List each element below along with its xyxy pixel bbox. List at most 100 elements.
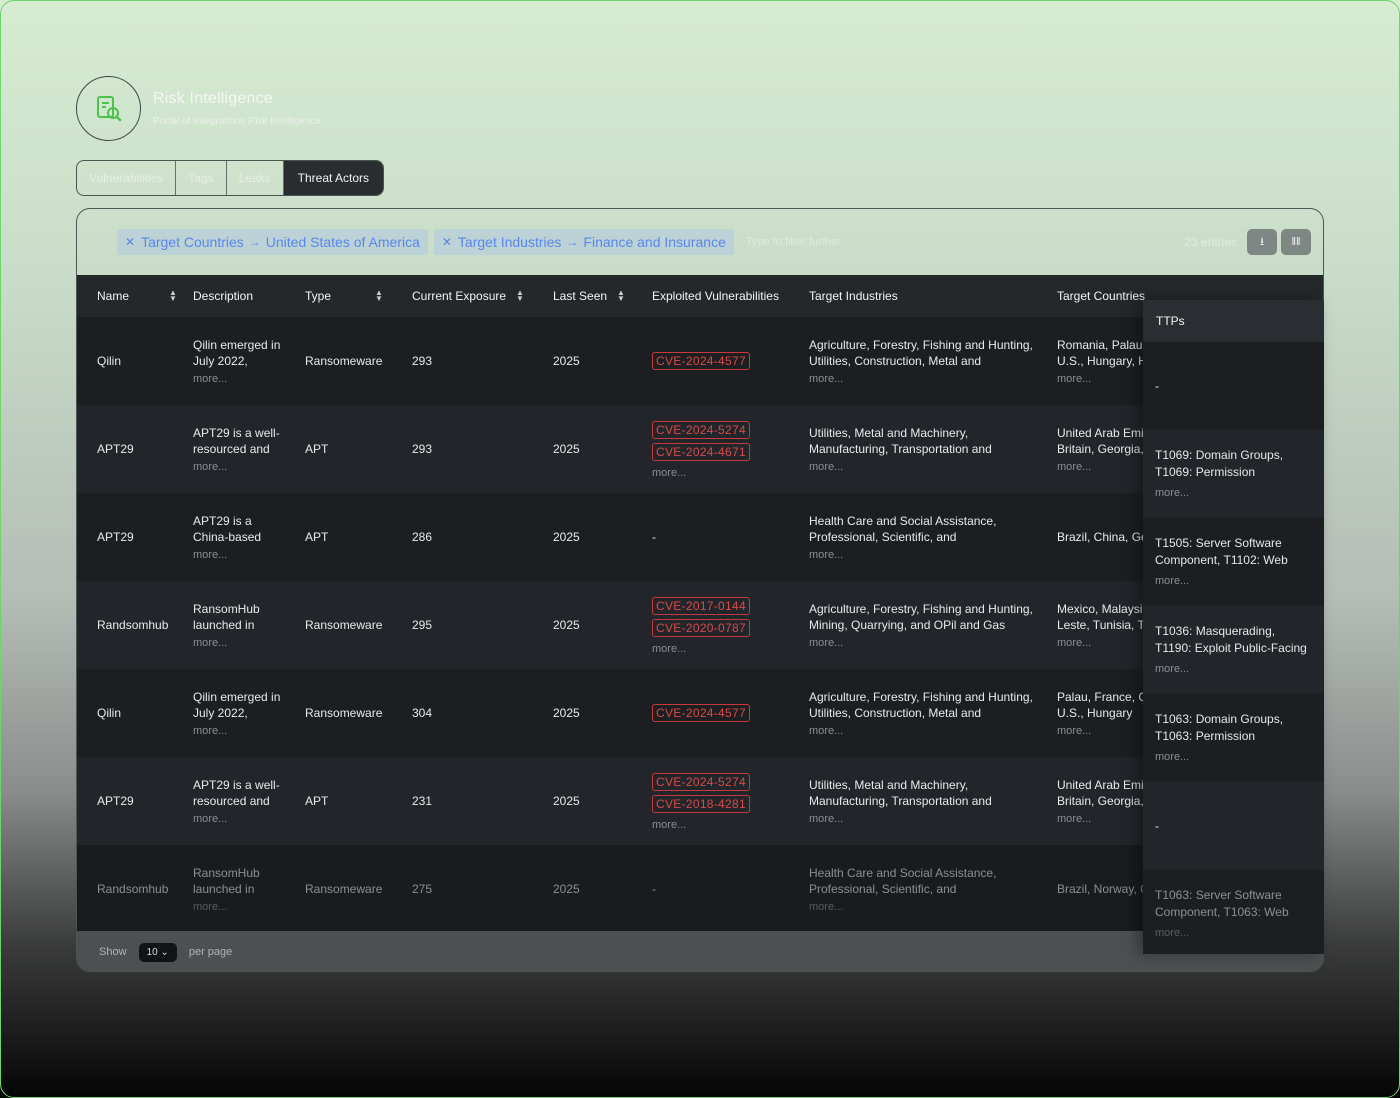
more-link[interactable]: more...: [1155, 661, 1312, 678]
current-exposure: 275: [412, 882, 433, 896]
target-countries: Palau, France, Co U.S., Hungary more...: [1057, 669, 1147, 757]
target-countries: Mexico, Malaysi Leste, Tunisia, T more...: [1057, 581, 1147, 669]
industries-line: Agriculture, Forestry, Fishing and Hunti…: [809, 338, 1033, 352]
more-link[interactable]: more...: [1057, 373, 1147, 385]
tab-tags[interactable]: Tags: [176, 161, 227, 195]
cve-badge[interactable]: CVE-2020-0787: [652, 619, 750, 637]
column-type[interactable]: Type ▲ ▼: [305, 275, 383, 317]
more-link[interactable]: more...: [1057, 461, 1147, 473]
column-current-exposure[interactable]: Current Exposure ▲ ▼: [412, 275, 524, 317]
more-link[interactable]: more...: [193, 813, 280, 825]
download-button[interactable]: ⭳: [1247, 229, 1277, 255]
table-row[interactable]: APT29 APT29 is a well-resourced and more..…: [77, 757, 1323, 845]
more-link[interactable]: more...: [809, 373, 1033, 385]
current-exposure: 231: [412, 794, 433, 808]
more-link[interactable]: more...: [193, 461, 280, 473]
actor-name: APT29: [97, 442, 134, 456]
ttps-cell: T1505: Server Software Component, T1102:…: [1143, 518, 1324, 606]
tab-threat-actors[interactable]: Threat Actors: [283, 161, 384, 195]
sort-icon[interactable]: ▲ ▼: [516, 289, 524, 303]
tab-leaks[interactable]: Leaks: [227, 161, 284, 195]
column-target-countries[interactable]: Target Countries: [1057, 275, 1145, 317]
more-link[interactable]: more...: [1057, 725, 1147, 737]
countries-line: Brazil, China, Ge: [1057, 530, 1147, 544]
more-link[interactable]: more...: [1057, 637, 1147, 649]
table-row[interactable]: APT29 APT29 is a China-based more... APT 286 2…: [77, 493, 1323, 581]
sort-icon[interactable]: ▲ ▼: [169, 289, 177, 303]
empty-value: -: [652, 882, 656, 896]
target-industries: Utilities, Metal and Machinery, Manufactu…: [809, 757, 992, 845]
column-ttps[interactable]: TTPs: [1143, 300, 1324, 342]
cve-badge[interactable]: CVE-2017-0144: [652, 597, 750, 615]
sort-icon[interactable]: ▲ ▼: [617, 289, 625, 303]
actor-name: Randsomhub: [97, 618, 169, 632]
more-link[interactable]: more...: [1155, 485, 1312, 502]
industries-line: Manufacturing, Transportation and: [809, 442, 992, 456]
filter-chip-industries[interactable]: ✕ Target Industries → Finance and Insura…: [433, 229, 734, 255]
column-target-industries[interactable]: Target Industries: [809, 275, 898, 317]
industries-line: Professional, Scientific, and: [809, 882, 957, 896]
more-link[interactable]: more...: [809, 637, 1033, 649]
more-link[interactable]: more...: [193, 637, 260, 649]
cve-badge[interactable]: CVE-2024-5274: [652, 773, 750, 791]
more-link[interactable]: more...: [1155, 573, 1312, 590]
actor-description: RansomHub launched in more...: [193, 845, 260, 933]
column-last-seen[interactable]: Last Seen ▲ ▼: [553, 275, 625, 317]
countries-line: Brazil, Norway, G: [1057, 882, 1147, 896]
table-row[interactable]: Randsomhub RansomHub launched in more... Ran…: [77, 845, 1323, 933]
page-size-select[interactable]: 10 ⌄: [138, 942, 177, 962]
table-row[interactable]: Qilin Qilin emerged in July 2022, more... Ra…: [77, 317, 1323, 405]
description-line: July 2022,: [193, 354, 248, 368]
actor-type: APT: [305, 442, 329, 456]
last-seen: 2025: [553, 618, 580, 632]
more-link[interactable]: more...: [652, 467, 686, 479]
columns-button[interactable]: ‖‖: [1281, 229, 1311, 255]
filter-chip-countries[interactable]: ✕ Target Countries → United States of Am…: [117, 229, 428, 255]
more-link[interactable]: more...: [652, 643, 686, 655]
sort-icon[interactable]: ▲ ▼: [375, 289, 383, 303]
exploited-vulnerabilities: CVE-2024-4577: [652, 317, 750, 405]
more-link[interactable]: more...: [193, 373, 280, 385]
countries-line: Romania, Palau,: [1057, 338, 1146, 352]
table-row[interactable]: Qilin Qilin emerged in July 2022, more... Ra…: [77, 669, 1323, 757]
description-line: APT29 is a well-: [193, 426, 280, 440]
table-row[interactable]: Randsomhub RansomHub launched in more... Ran…: [77, 581, 1323, 669]
more-link[interactable]: more...: [1057, 813, 1147, 825]
more-link[interactable]: more...: [809, 901, 996, 913]
table-row[interactable]: APT29 APT29 is a well-resourced and more..…: [77, 405, 1323, 493]
filter-input[interactable]: Type to filter further: [746, 236, 841, 248]
current-exposure: 295: [412, 618, 433, 632]
more-link[interactable]: more...: [809, 549, 996, 561]
cve-badge[interactable]: CVE-2024-5274: [652, 421, 750, 439]
ttps-cell: T1063: Server Software Component, T1063:…: [1143, 870, 1324, 954]
more-link[interactable]: more...: [193, 901, 260, 913]
cve-badge[interactable]: CVE-2018-4281: [652, 795, 750, 813]
countries-line: Britain, Georgia,: [1057, 442, 1144, 456]
cve-badge[interactable]: CVE-2024-4577: [652, 352, 750, 370]
cve-badge[interactable]: CVE-2024-4577: [652, 704, 750, 722]
section-tabs: Vulnerabilities Tags Leaks Threat Actors: [76, 160, 385, 196]
description-line: Qilin emerged in: [193, 690, 281, 704]
cve-badge[interactable]: CVE-2024-4671: [652, 443, 750, 461]
actor-name: Randsomhub: [97, 882, 169, 896]
more-link[interactable]: more...: [1155, 925, 1312, 942]
column-exploited-vulnerabilities[interactable]: Exploited Vulnerabilities: [652, 275, 779, 317]
remove-filter-icon[interactable]: ✕: [125, 235, 135, 249]
description-line: resourced and: [193, 794, 270, 808]
more-link[interactable]: more...: [193, 725, 280, 737]
remove-filter-icon[interactable]: ✕: [442, 235, 452, 249]
more-link[interactable]: more...: [652, 819, 686, 831]
more-link[interactable]: more...: [809, 725, 1033, 737]
column-name[interactable]: Name ▲ ▼: [97, 275, 177, 317]
description-line: Qilin emerged in: [193, 338, 281, 352]
more-link[interactable]: more...: [1155, 749, 1312, 766]
tab-vulnerabilities[interactable]: Vulnerabilities: [77, 161, 177, 195]
table-header: Name ▲ ▼ Description Type ▲ ▼ Current Exposu…: [77, 275, 1323, 317]
more-link[interactable]: more...: [809, 461, 992, 473]
countries-line: U.S., Hungary: [1057, 706, 1133, 720]
target-countries: Brazil, China, Ge: [1057, 493, 1147, 581]
actor-type: Ransomeware: [305, 354, 383, 368]
more-link[interactable]: more...: [193, 549, 261, 561]
column-description[interactable]: Description: [193, 275, 253, 317]
more-link[interactable]: more...: [809, 813, 992, 825]
